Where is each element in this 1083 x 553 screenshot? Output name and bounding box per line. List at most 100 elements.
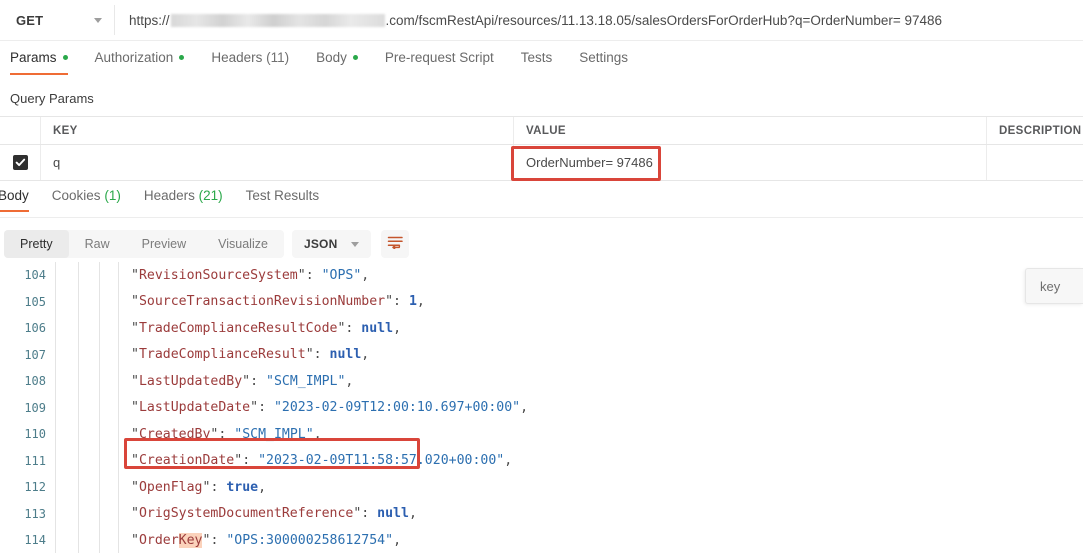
tab-tests-label: Tests bbox=[520, 50, 553, 65]
chevron-down-icon bbox=[351, 241, 360, 247]
tab-pre-request-script[interactable]: Pre-request Script bbox=[385, 48, 494, 75]
code-line: 104 "RevisionSourceSystem": "OPS", bbox=[0, 262, 1083, 289]
code-line-text: "CreationDate": "2023-02-09T11:58:57.020… bbox=[131, 453, 513, 469]
unsaved-dot-icon bbox=[62, 55, 68, 61]
response-format-selector[interactable]: JSON bbox=[291, 230, 372, 258]
response-tabs: Body Cookies (1) Headers (21) Test Resul… bbox=[0, 187, 1083, 394]
tab-pre-request-script-label: Pre-request Script bbox=[384, 50, 494, 65]
code-line: 111 "CreationDate": "2023-02-09T11:58:57.… bbox=[0, 448, 1083, 475]
tab-body[interactable]: Body bbox=[316, 48, 358, 75]
response-format-label: JSON bbox=[303, 237, 338, 251]
tab-authorization[interactable]: Authorization bbox=[95, 48, 185, 75]
response-body-code[interactable]: 104 "RevisionSourceSystem": "OPS", 105 "Sou… bbox=[0, 262, 1083, 553]
line-number: 109 bbox=[24, 400, 46, 415]
row-checkbox-cell bbox=[0, 145, 41, 180]
code-line: 113 "OrigSystemDocumentReference": null, bbox=[0, 501, 1083, 528]
code-line-text: "RevisionSourceSystem": "OPS", bbox=[131, 267, 370, 283]
search-match-highlight: Key bbox=[178, 532, 203, 548]
tab-headers-count: (11) bbox=[266, 50, 290, 65]
code-line-text: "TradeComplianceResult": null, bbox=[131, 347, 370, 363]
code-line-text: "TradeComplianceResultCode": null, bbox=[131, 320, 402, 336]
code-line: 108 "LastUpdatedBy": "SCM_IMPL", bbox=[0, 368, 1083, 395]
table-header-row: KEY VALUE DESCRIPTION bbox=[0, 116, 1083, 145]
tab-params-label: Params bbox=[10, 50, 57, 65]
code-line-text: "OrigSystemDocumentReference": null, bbox=[131, 506, 417, 522]
word-wrap-button[interactable] bbox=[381, 230, 410, 258]
tab-settings-label: Settings bbox=[579, 50, 629, 65]
viewer-mode-preview[interactable]: Preview bbox=[126, 230, 202, 258]
code-line-text: "LastUpdateDate": "2023-02-09T12:00:10.6… bbox=[131, 400, 529, 416]
column-header-value: VALUE bbox=[526, 124, 566, 137]
find-search-input-value: key bbox=[1040, 278, 1061, 294]
row-value-value: OrderNumber= 97486 bbox=[526, 155, 653, 170]
row-key-value: q bbox=[53, 155, 61, 170]
line-number: 114 bbox=[24, 533, 46, 548]
code-line: 114 "OrderKey": "OPS:300000258612754", bbox=[0, 527, 1083, 553]
code-line: 106 "TradeComplianceResultCode": null, bbox=[0, 315, 1083, 342]
line-number: 105 bbox=[24, 294, 46, 309]
response-tab-body[interactable]: Body bbox=[0, 187, 29, 212]
line-number: 108 bbox=[24, 374, 46, 389]
response-tab-headers-count: (21) bbox=[198, 188, 223, 203]
row-key-cell[interactable]: q bbox=[41, 145, 514, 180]
response-tab-headers-label: Headers bbox=[143, 188, 195, 203]
url-prefix: https:// bbox=[129, 12, 170, 28]
code-line-text: "CreatedBy": "SCM_IMPL", bbox=[131, 426, 322, 442]
tab-headers-label: Headers bbox=[211, 50, 263, 65]
tab-params[interactable]: Params bbox=[10, 48, 68, 75]
viewer-mode-group: Pretty Raw Preview Visualize bbox=[4, 230, 284, 258]
line-number: 111 bbox=[24, 453, 46, 468]
unsaved-dot-icon bbox=[179, 55, 185, 61]
line-number: 113 bbox=[24, 506, 46, 521]
tab-settings[interactable]: Settings bbox=[579, 48, 628, 75]
code-line: 107 "TradeComplianceResult": null, bbox=[0, 342, 1083, 369]
header-checkbox-cell bbox=[0, 117, 41, 144]
http-method-selector[interactable]: GET bbox=[2, 5, 114, 35]
response-tab-test-results-label: Test Results bbox=[245, 188, 320, 203]
line-number: 112 bbox=[24, 480, 46, 495]
url-bar: GET https:// .com/fscmRestApi/resources/1… bbox=[0, 0, 1083, 40]
url-bar-divider bbox=[0, 40, 1083, 41]
viewer-mode-pretty[interactable]: Pretty bbox=[4, 230, 69, 258]
column-header-description: DESCRIPTION bbox=[999, 124, 1082, 137]
row-value-cell[interactable]: OrderNumber= 97486 bbox=[514, 145, 987, 180]
url-input[interactable]: https:// .com/fscmRestApi/resources/11.13… bbox=[114, 5, 1077, 35]
line-number: 107 bbox=[24, 347, 46, 362]
column-header-key: KEY bbox=[53, 124, 78, 137]
tab-tests[interactable]: Tests bbox=[521, 48, 553, 75]
line-number: 106 bbox=[24, 321, 46, 336]
viewer-mode-raw[interactable]: Raw bbox=[69, 230, 126, 258]
table-row: q OrderNumber= 97486 bbox=[0, 145, 1083, 181]
redacted-host bbox=[170, 13, 385, 27]
tab-body-label: Body bbox=[316, 50, 347, 65]
viewer-mode-visualize[interactable]: Visualize bbox=[202, 230, 284, 258]
query-params-title: Query Params bbox=[10, 91, 94, 106]
tab-headers[interactable]: Headers (11) bbox=[211, 48, 289, 75]
code-line-text: "OpenFlag": true, bbox=[131, 479, 267, 495]
row-checkbox[interactable] bbox=[12, 155, 28, 170]
response-tabs-divider bbox=[0, 217, 1083, 218]
response-tab-body-label: Body bbox=[0, 188, 29, 203]
response-tab-test-results[interactable]: Test Results bbox=[246, 187, 320, 212]
code-line: 110 "CreatedBy": "SCM_IMPL", bbox=[0, 421, 1083, 448]
request-tabs: Params Authorization Headers (11) Body P… bbox=[0, 48, 1083, 82]
find-search-box[interactable]: key bbox=[1025, 268, 1083, 304]
word-wrap-icon bbox=[387, 235, 404, 254]
code-line-text: "SourceTransactionRevisionNumber": 1, bbox=[131, 294, 425, 310]
response-tab-cookies-count: (1) bbox=[104, 188, 121, 203]
query-params-table: KEY VALUE DESCRIPTION q OrderNumber= 974… bbox=[0, 116, 1083, 181]
url-suffix: .com/fscmRestApi/resources/11.13.18.05/s… bbox=[385, 12, 943, 28]
line-number: 104 bbox=[24, 268, 46, 283]
unsaved-dot-icon bbox=[352, 55, 358, 61]
postman-window: GET https:// .com/fscmRestApi/resources/1… bbox=[0, 0, 1083, 553]
code-line-text: "LastUpdatedBy": "SCM_IMPL", bbox=[131, 373, 354, 389]
response-viewer-toolbar: Pretty Raw Preview Visualize JSON bbox=[0, 228, 1083, 260]
response-tab-cookies[interactable]: Cookies (1) bbox=[52, 187, 121, 212]
code-line: 112 "OpenFlag": true, bbox=[0, 474, 1083, 501]
line-number: 110 bbox=[24, 427, 46, 442]
row-description-cell[interactable] bbox=[987, 145, 1083, 180]
response-tab-headers[interactable]: Headers (21) bbox=[144, 187, 223, 212]
http-method-label: GET bbox=[16, 12, 44, 28]
chevron-down-icon bbox=[94, 17, 102, 23]
code-line: 105 "SourceTransactionRevisionNumber": 1, bbox=[0, 289, 1083, 316]
